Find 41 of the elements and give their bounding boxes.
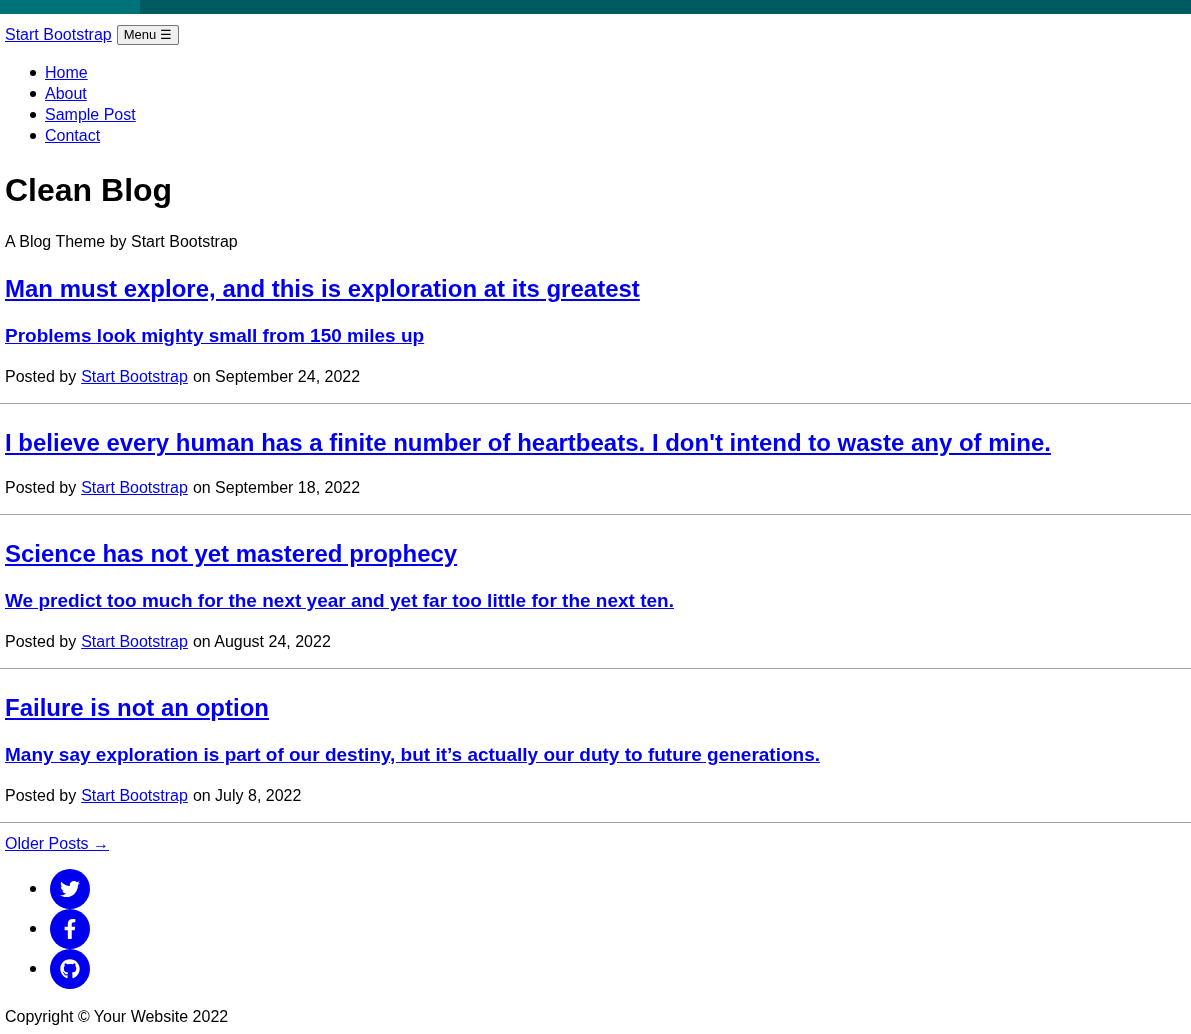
octocat-link[interactable] [50, 949, 90, 989]
posted-by-label: Posted by [5, 786, 77, 806]
site-title: Clean Blog [4, 171, 174, 210]
bullet-icon [30, 966, 36, 972]
post-date: on August 24, 2022 [192, 632, 331, 652]
bullet-icon [30, 69, 36, 76]
post-date: on July 8, 2022 [192, 786, 302, 806]
octocat-icon [60, 959, 80, 979]
facebook-f-link[interactable] [50, 909, 90, 949]
author-link[interactable]: Start Bootstrap [81, 631, 188, 652]
nav-link[interactable]: Contact [45, 125, 101, 146]
post-title-link[interactable]: Science has not yet mastered prophecy [5, 540, 458, 567]
post-date: on September 24, 2022 [192, 367, 361, 387]
bullet-icon [30, 926, 36, 932]
older-posts-link[interactable]: Older Posts → [5, 835, 110, 852]
twitter-bird-link[interactable] [50, 869, 90, 909]
posted-by-label: Posted by [5, 632, 77, 652]
bullet-icon [30, 90, 36, 97]
post-subtitle-link[interactable]: Problems look mighty small from 150 miles up [5, 325, 425, 346]
copyright-text: Copyright © Your Website 2022 [4, 1007, 230, 1027]
bullet-icon [30, 132, 36, 139]
posted-by-label: Posted by [5, 478, 77, 498]
author-link[interactable]: Start Bootstrap [81, 366, 188, 387]
menu-button[interactable]: Menu ☰ [116, 24, 180, 45]
post-title-link[interactable]: I believe every human has a finite number of heartbeats. I don't intend to waste any of mine. [5, 429, 1051, 456]
bullet-icon [30, 111, 36, 118]
post-title-link[interactable]: Man must explore, and this is exploration at its greatest [5, 275, 640, 302]
post-title-link[interactable]: Failure is not an option [5, 694, 269, 721]
author-link[interactable]: Start Bootstrap [81, 477, 188, 498]
nav-link[interactable]: About [45, 83, 87, 104]
post-subtitle-link[interactable]: Many say exploration is part of our destiny, but it’s actually our duty to future generations. [5, 744, 820, 765]
site-subtitle: A Blog Theme by Start Bootstrap [4, 232, 239, 252]
twitter-bird-icon [60, 879, 80, 899]
bullet-icon [30, 886, 36, 892]
posted-by-label: Posted by [5, 367, 77, 387]
brand-link[interactable]: Start Bootstrap [5, 24, 112, 45]
nav-link[interactable]: Sample Post [45, 104, 136, 125]
author-link[interactable]: Start Bootstrap [81, 785, 188, 806]
post-date: on September 18, 2022 [192, 478, 361, 498]
post-subtitle-link[interactable]: We predict too much for the next year and yet far too little for the next ten. [5, 590, 674, 611]
nav-link[interactable]: Home [45, 62, 88, 83]
